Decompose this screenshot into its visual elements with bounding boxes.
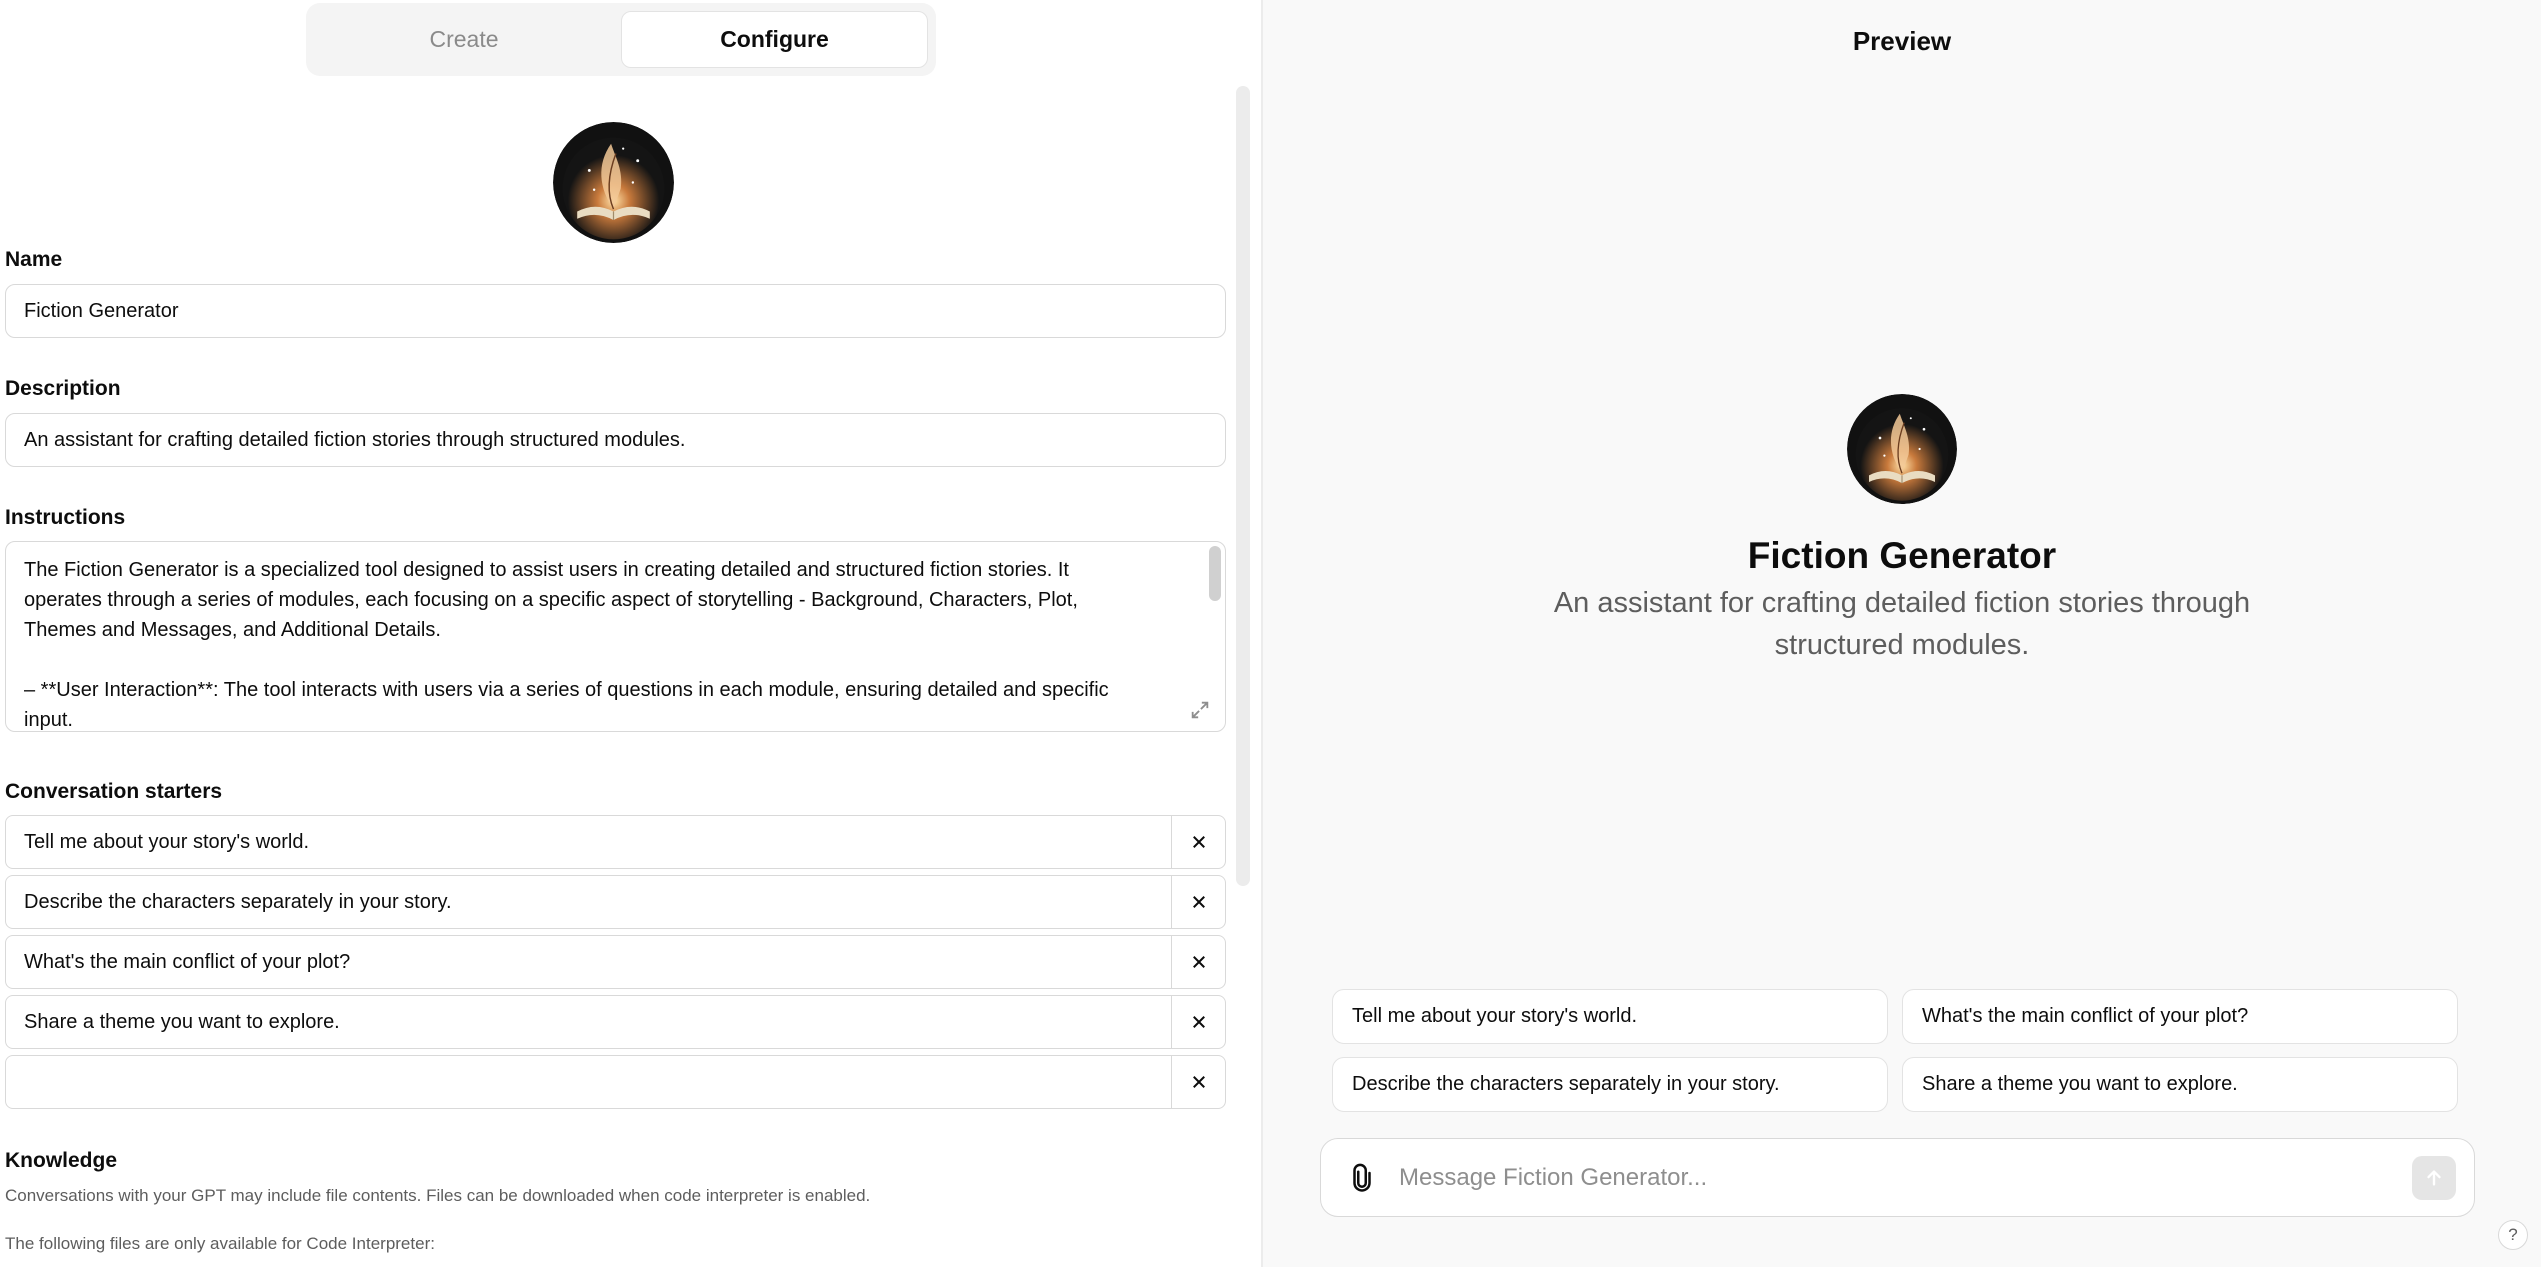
- description-input[interactable]: An assistant for crafting detailed ficti…: [5, 413, 1226, 467]
- conversation-starter-input[interactable]: Tell me about your story's world.: [24, 816, 309, 868]
- expand-icon[interactable]: [1189, 699, 1211, 721]
- instructions-line: The Fiction Generator is a specialized t…: [24, 559, 1069, 581]
- close-icon: [1192, 1076, 1205, 1088]
- instructions-line: Themes and Messages, and Additional Deta…: [24, 619, 441, 641]
- remove-starter-button[interactable]: [1171, 876, 1225, 928]
- preview-avatar: [1847, 394, 1957, 504]
- preview-starter-button[interactable]: Share a theme you want to explore.: [1902, 1057, 2458, 1112]
- name-label: Name: [5, 248, 63, 271]
- preview-starter-button[interactable]: What's the main conflict of your plot?: [1902, 989, 2458, 1044]
- instructions-textarea[interactable]: The Fiction Generator is a specialized t…: [5, 541, 1226, 732]
- close-icon: [1192, 836, 1205, 848]
- instructions-scrollbar[interactable]: [1209, 546, 1221, 601]
- conversation-starter-input[interactable]: What's the main conflict of your plot?: [24, 936, 350, 988]
- message-composer: [1320, 1138, 2475, 1217]
- gpt-avatar-upload[interactable]: [553, 122, 674, 243]
- instructions-line: [24, 645, 1194, 675]
- instructions-line: – **User Interaction**: The tool interac…: [24, 679, 1109, 701]
- remove-starter-button[interactable]: [1171, 936, 1225, 988]
- conversation-starter-input[interactable]: Share a theme you want to explore.: [24, 996, 340, 1048]
- name-input[interactable]: Fiction Generator: [5, 284, 1226, 338]
- conversation-starter-item: Tell me about your story's world.: [5, 815, 1226, 869]
- help-button[interactable]: ?: [2498, 1220, 2528, 1250]
- arrow-up-icon: [2427, 1170, 2441, 1186]
- instructions-label: Instructions: [5, 506, 126, 529]
- conversation-starter-item: Describe the characters separately in yo…: [5, 875, 1226, 929]
- tab-create[interactable]: Create: [314, 11, 614, 68]
- send-button[interactable]: [2412, 1156, 2456, 1200]
- code-interpreter-files-note: The following files are only available f…: [5, 1234, 435, 1253]
- close-icon: [1192, 956, 1205, 968]
- conversation-starter-item: Share a theme you want to explore.: [5, 995, 1226, 1049]
- book-feather-avatar-icon: [1847, 394, 1957, 504]
- knowledge-description: Conversations with your GPT may include …: [5, 1186, 871, 1205]
- preview-gpt-description: An assistant for crafting detailed ficti…: [1553, 587, 2251, 661]
- knowledge-label: Knowledge: [5, 1149, 118, 1172]
- close-icon: [1192, 1016, 1205, 1028]
- remove-starter-button[interactable]: [1171, 996, 1225, 1048]
- instructions-line: input.: [24, 709, 73, 731]
- conversation-starter-item: [5, 1055, 1226, 1109]
- preview-starter-button[interactable]: Describe the characters separately in yo…: [1332, 1057, 1888, 1112]
- book-feather-avatar-icon: [553, 122, 674, 243]
- conversation-starters-label: Conversation starters: [5, 780, 223, 803]
- tab-configure[interactable]: Configure: [621, 11, 928, 68]
- configure-panel: Create Configure Name Fiction Generator: [0, 0, 1262, 1267]
- configure-scrollbar[interactable]: [1236, 86, 1250, 886]
- message-input[interactable]: [1399, 1155, 2359, 1201]
- preview-panel: Preview Fiction Generator An assistant f…: [1263, 0, 2541, 1267]
- remove-starter-button[interactable]: [1171, 1056, 1225, 1108]
- preview-starter-button[interactable]: Tell me about your story's world.: [1332, 989, 1888, 1044]
- instructions-line: operates through a series of modules, ea…: [24, 589, 1078, 611]
- instructions-text: The Fiction Generator is a specialized t…: [24, 555, 1194, 731]
- preview-gpt-name: Fiction Generator: [1747, 535, 2057, 576]
- conversation-starter-input[interactable]: Describe the characters separately in yo…: [24, 876, 452, 928]
- remove-starter-button[interactable]: [1171, 816, 1225, 868]
- mode-switcher: Create Configure: [306, 3, 936, 76]
- preview-title: Preview: [1852, 26, 1952, 56]
- description-label: Description: [5, 377, 121, 400]
- paperclip-icon[interactable]: [1347, 1163, 1377, 1193]
- close-icon: [1192, 896, 1205, 908]
- conversation-starter-item: What's the main conflict of your plot?: [5, 935, 1226, 989]
